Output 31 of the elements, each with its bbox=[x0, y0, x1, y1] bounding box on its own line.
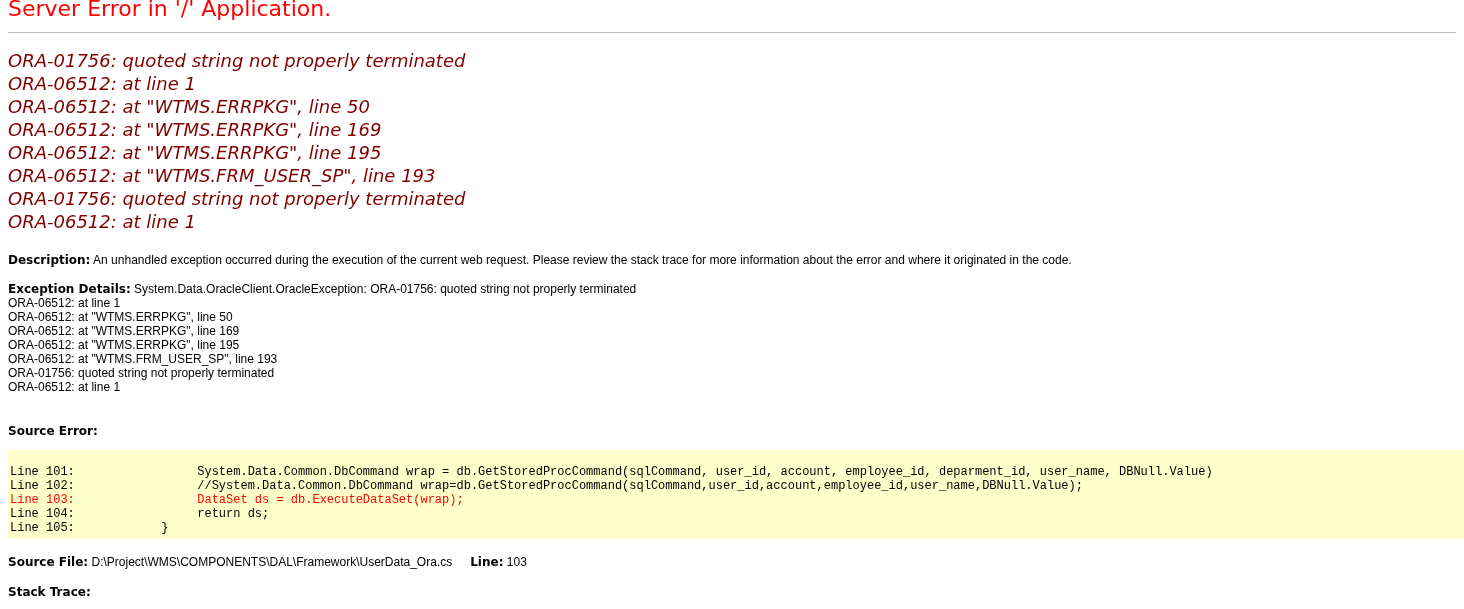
exception-details-label: Exception Details: bbox=[8, 282, 131, 296]
error-message: ORA-06512: at "WTMS.ERRPKG", line 50 bbox=[8, 95, 371, 118]
description-text: An unhandled exception occurred during the execution of the current web request. Please review the stack trace for more information about the error and where it originated in the code. bbox=[93, 253, 1072, 267]
stack-trace-label: Stack Trace: bbox=[8, 585, 91, 599]
error-message: ORA-01756: quoted string not properly terminated bbox=[8, 49, 467, 72]
exception-detail-line: ORA-06512: at "WTMS.FRM_USER_SP", line 193 bbox=[8, 352, 279, 366]
error-message: ORA-06512: at line 1 bbox=[8, 210, 197, 233]
code-line: Line 104: return ds; bbox=[10, 507, 271, 521]
error-message: ORA-06512: at "WTMS.ERRPKG", line 169 bbox=[8, 118, 383, 141]
exception-detail-line: ORA-06512: at "WTMS.ERRPKG", line 195 bbox=[8, 338, 241, 352]
code-line: Line 105: } bbox=[10, 521, 170, 535]
exception-detail-line: ORA-06512: at "WTMS.ERRPKG", line 50 bbox=[8, 310, 234, 324]
error-message: ORA-01756: quoted string not properly terminated bbox=[8, 187, 467, 210]
source-file-path: D:\Project\WMS\COMPONENTS\DAL\Framework\UserData_Ora.cs bbox=[91, 555, 453, 569]
code-line: Line 102: //System.Data.Common.DbCommand wrap=db.GetStoredProcCommand(sqlCommand,user_id,account,employee_id,user_name,DBNull.Value); bbox=[10, 479, 1084, 493]
exception-detail-line: ORA-06512: at "WTMS.ERRPKG", line 169 bbox=[8, 324, 241, 338]
source-file-label: Source File: bbox=[8, 555, 89, 569]
code-line: Line 101: System.Data.Common.DbCommand wrap = db.GetStoredProcCommand(sqlCommand, user_id, account, employee_id, deparment_id, user_name, DBNull.Value) bbox=[10, 465, 1214, 479]
line-label: Line: bbox=[470, 555, 504, 569]
error-message: ORA-06512: at "WTMS.FRM_USER_SP", line 193 bbox=[8, 164, 437, 187]
code-line: Line 103: DataSet ds = db.ExecuteDataSet(wrap); bbox=[10, 493, 465, 507]
line-number: 103 bbox=[506, 555, 527, 569]
exception-detail-line: ORA-06512: at line 1 bbox=[8, 296, 122, 310]
exception-detail-line: ORA-06512: at line 1 bbox=[8, 380, 122, 394]
error-message: ORA-06512: at "WTMS.ERRPKG", line 195 bbox=[8, 141, 383, 164]
exception-detail-line: ORA-01756: quoted string not properly terminated bbox=[8, 366, 276, 380]
exception-detail-line: System.Data.OracleClient.OracleException: ORA-01756: quoted string not properly terminated bbox=[134, 282, 637, 296]
error-message: ORA-06512: at line 1 bbox=[8, 72, 197, 95]
page-title: Server Error in '/' Application. bbox=[8, 0, 333, 20]
source-error-label: Source Error: bbox=[8, 424, 98, 438]
description-label: Description: bbox=[8, 253, 91, 267]
